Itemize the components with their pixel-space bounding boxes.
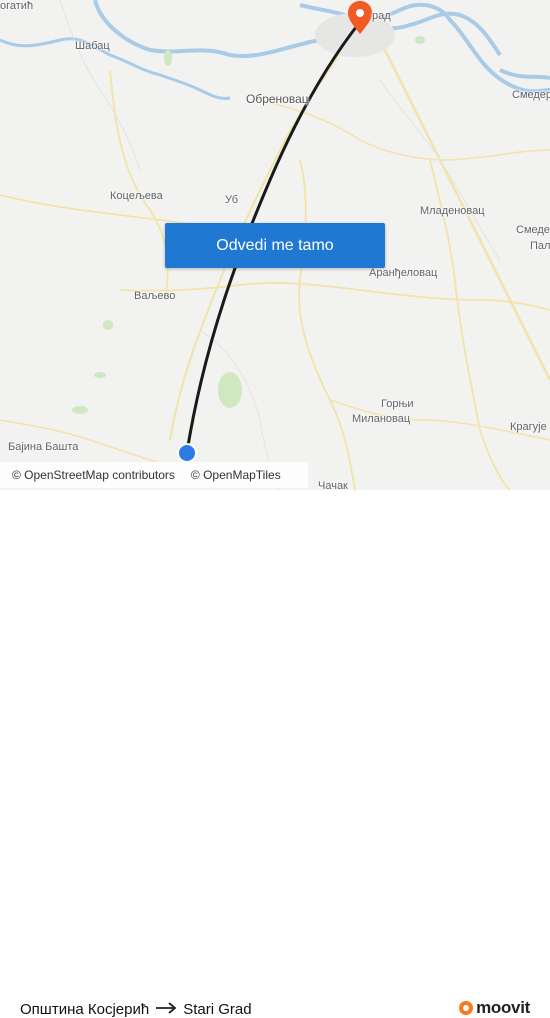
forest-2: [164, 50, 172, 66]
forest-1: [218, 372, 242, 408]
footer-bar: Општина Косјерић Stari Grad moovit: [0, 490, 550, 1018]
forest-3: [103, 320, 113, 330]
moovit-logo[interactable]: moovit: [459, 998, 530, 1018]
place-label: Чачак: [318, 480, 348, 490]
forest-4: [94, 372, 106, 378]
river-west: [0, 37, 231, 100]
arrow-right-icon: [155, 1001, 177, 1018]
place-label: Аранђеловац: [369, 267, 438, 279]
place-label: Шабац: [75, 40, 110, 52]
destination-name: Stari Grad: [183, 1001, 252, 1018]
map-attribution: © OpenStreetMap contributors © OpenMapTi…: [0, 462, 308, 488]
brand-name: moovit: [476, 998, 530, 1017]
road-c1: [298, 159, 356, 490]
forest-5: [415, 36, 425, 44]
place-label: Коцељева: [110, 190, 163, 202]
place-label: Ваљево: [134, 290, 176, 302]
omt-attribution-link[interactable]: © OpenMapTiles: [191, 468, 281, 482]
origin-marker[interactable]: [179, 445, 195, 461]
take-me-there-button[interactable]: Odvedi me tamo: [165, 223, 385, 268]
route-summary: Општина Косјерић Stari Grad: [20, 1001, 252, 1018]
place-label: Бајина Башта: [8, 441, 79, 453]
place-label: Уб: [225, 194, 239, 206]
place-label: Пал: [530, 240, 550, 252]
osm-attribution-link[interactable]: © OpenStreetMap contributors: [12, 468, 175, 482]
forest-6: [72, 406, 88, 414]
road-minor-1: [59, 0, 141, 171]
map-view[interactable]: огатић Шабац Обреновац Коцељева Уб Ваљев…: [0, 0, 550, 490]
place-label: Смедер: [512, 89, 550, 101]
road-minor-2: [379, 79, 501, 261]
origin-name: Општина Косјерић: [20, 1001, 150, 1018]
place-label: Крагује: [510, 421, 547, 433]
place-label: Горњи: [381, 398, 414, 410]
place-label: огатић: [0, 0, 34, 12]
moovit-logo-icon: [459, 1001, 474, 1015]
place-label: Обреновац: [246, 92, 309, 106]
river-east: [499, 68, 550, 80]
road-mid: [119, 282, 550, 311]
place-label: Милановац: [352, 413, 411, 425]
place-label: Младеновац: [420, 205, 485, 217]
place-label: рад: [372, 10, 391, 22]
road-w2: [109, 69, 169, 301]
place-label: Смеде: [516, 224, 550, 236]
